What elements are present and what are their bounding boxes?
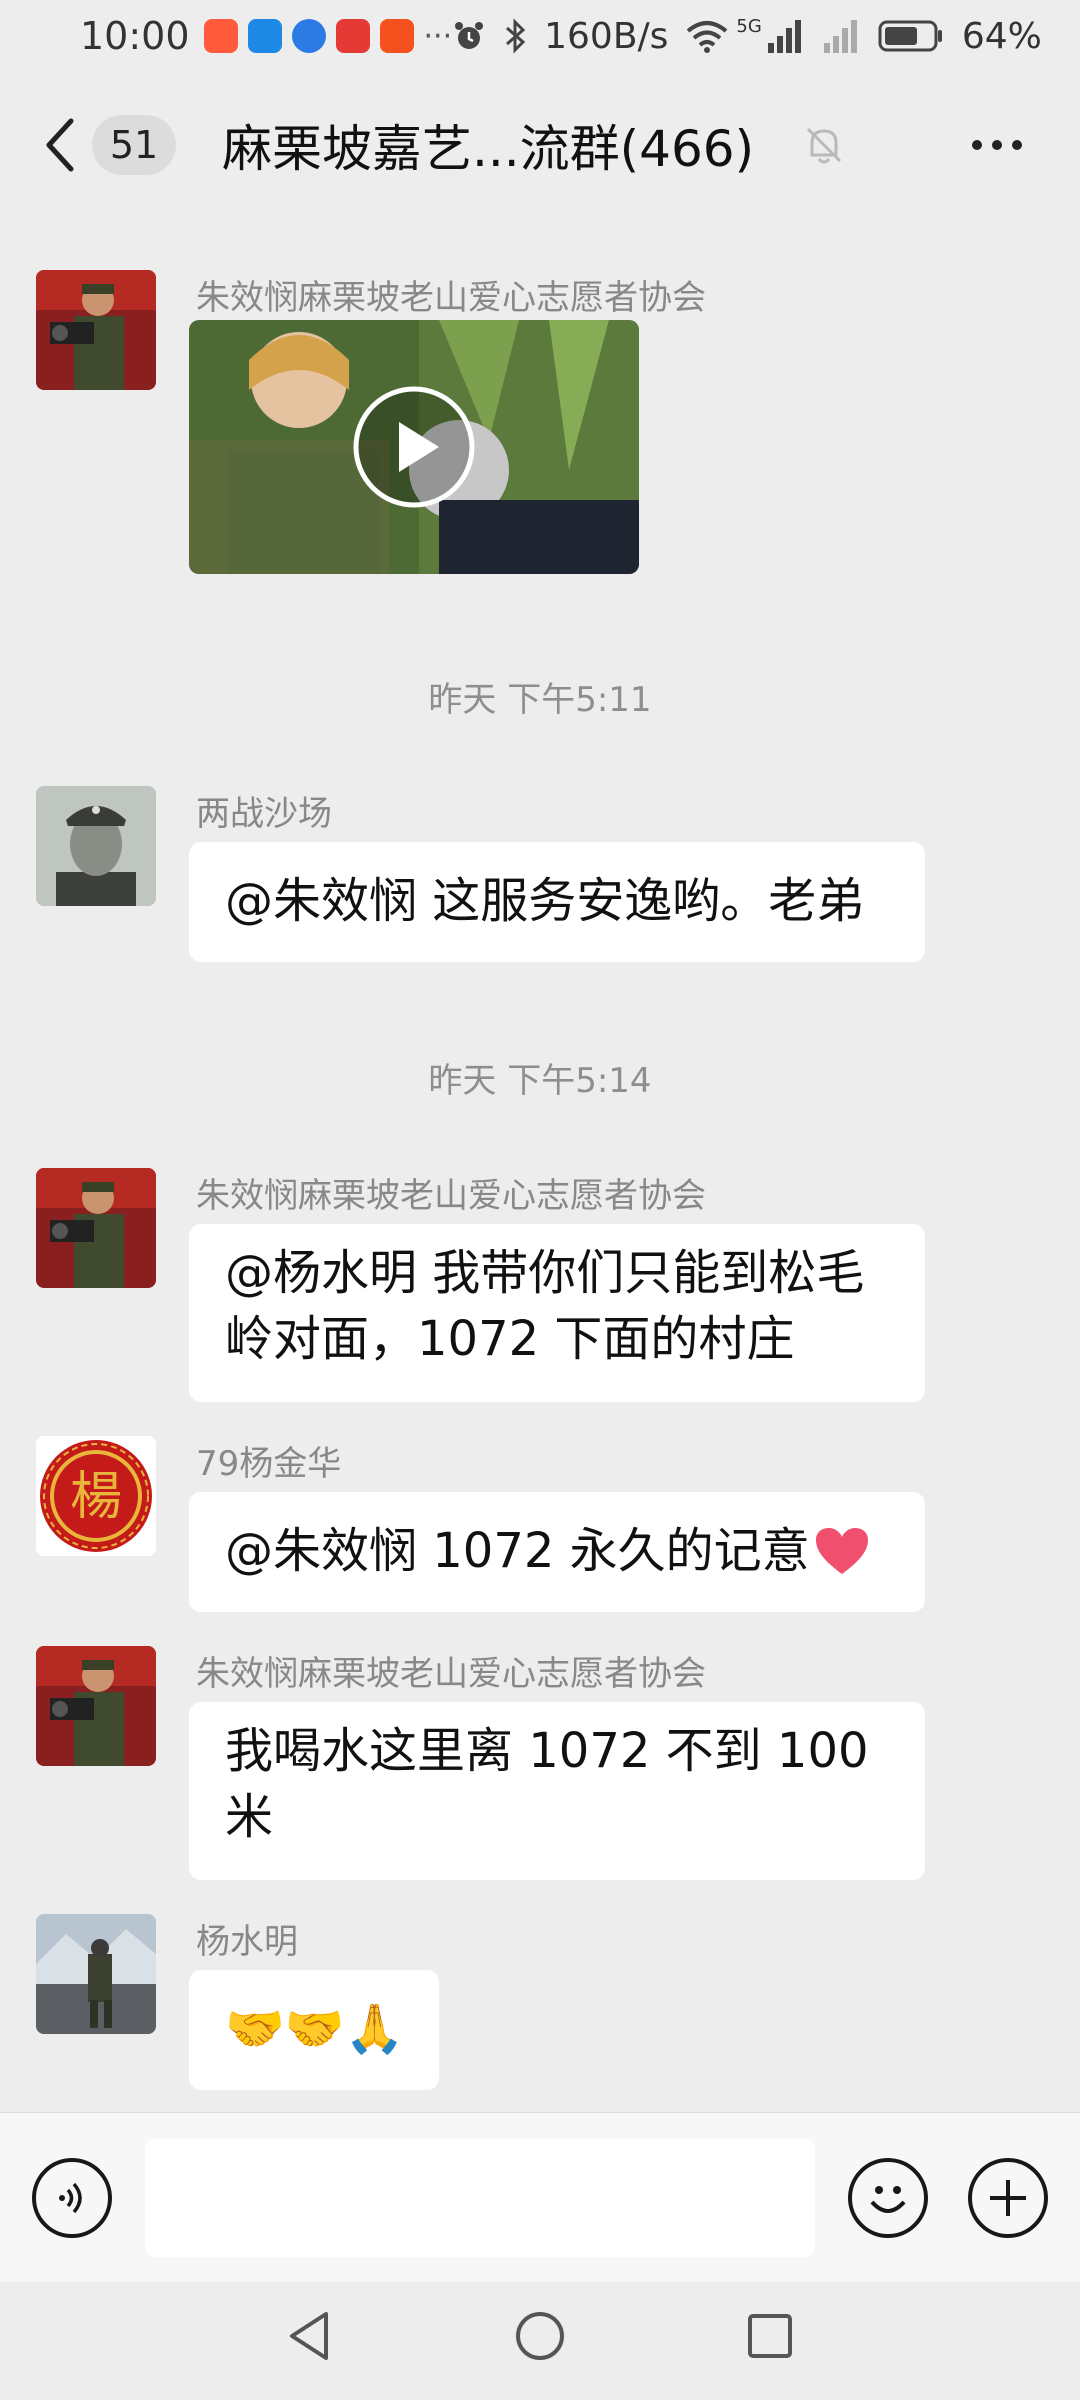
- chat-header: 51 麻栗坡嘉艺...流群(466): [0, 80, 1080, 210]
- signal-secondary-icon: [823, 20, 857, 53]
- message-text: 朱效悯麻栗坡老山爱心志愿者协会 @杨水明 我带你们只能到松毛 岭对面，1072 …: [36, 1168, 1036, 1408]
- bell-muted-icon: [807, 127, 842, 164]
- message-video: 朱效悯麻栗坡老山爱心志愿者协会: [36, 270, 1036, 590]
- sender-name: 79杨金华: [196, 1444, 342, 1484]
- video-app-icon: [379, 19, 414, 53]
- message-bubble[interactable]: @杨水明 我带你们只能到松毛 岭对面，1072 下面的村庄: [189, 1224, 925, 1402]
- more-button[interactable]: [972, 140, 1022, 150]
- message-text-line: 米: [225, 1789, 274, 1845]
- avatar[interactable]: [36, 786, 156, 906]
- message-text-line: @朱效悯 这服务安逸哟。老弟: [225, 873, 865, 929]
- message-text-line: 🤝🤝🙏: [225, 2001, 405, 2057]
- back-button[interactable]: [30, 105, 90, 185]
- message-bubble[interactable]: 🤝🤝🙏: [189, 1970, 439, 2090]
- message-input[interactable]: [145, 2139, 815, 2257]
- status-bar: 10:00 ··· 160B/s 5G 64%: [0, 0, 1080, 72]
- network-type: 5G: [736, 15, 762, 37]
- timestamp: 昨天 下午5:11: [428, 680, 652, 720]
- avatar[interactable]: [36, 1646, 156, 1766]
- bluetooth-icon: [506, 18, 526, 54]
- unread-count-badge[interactable]: 51: [92, 115, 176, 175]
- more-dot: [1012, 140, 1022, 150]
- message-text: 杨水明 🤝🤝🙏: [36, 1914, 1036, 2094]
- soldier-with-camera-avatar: [36, 1646, 156, 1766]
- network-speed: 160B/s: [544, 15, 669, 57]
- avatar[interactable]: [36, 1168, 156, 1288]
- message-text-line: 我喝水这里离 1072 不到 100: [225, 1723, 869, 1779]
- message-text: 朱效悯麻栗坡老山爱心志愿者协会 我喝水这里离 1072 不到 100 米: [36, 1646, 1036, 1886]
- voice-icon: [59, 2182, 82, 2214]
- avatar[interactable]: [36, 1914, 156, 2034]
- more-dot: [992, 140, 1002, 150]
- sender-name: 两战沙场: [196, 794, 332, 834]
- avatar[interactable]: 楊: [36, 1436, 156, 1556]
- alarm-icon: [455, 22, 484, 49]
- nav-recents-icon[interactable]: [740, 2306, 800, 2366]
- battery-icon: [878, 20, 942, 52]
- more-dots-icon: [972, 140, 982, 150]
- battery-percent: 64%: [961, 15, 1042, 57]
- plus-button[interactable]: [968, 2158, 1048, 2238]
- message-text-line: @杨水明 我带你们只能到松毛: [225, 1245, 865, 1301]
- sender-name: 朱效悯麻栗坡老山爱心志愿者协会: [196, 1176, 706, 1216]
- input-bar: [0, 2112, 1080, 2282]
- soldier-with-camera-avatar: [36, 270, 156, 390]
- avatar[interactable]: [36, 270, 156, 390]
- chat-title[interactable]: 麻栗坡嘉艺...流群(466): [222, 109, 754, 181]
- message-bubble[interactable]: 我喝水这里离 1072 不到 100 米: [189, 1702, 925, 1880]
- video-message[interactable]: [189, 320, 639, 574]
- soldier-mountain-avatar: [36, 1914, 156, 2034]
- timestamp: 昨天 下午5:14: [428, 1061, 652, 1101]
- sender-name: 朱效悯麻栗坡老山爱心志愿者协会: [196, 278, 706, 318]
- browser-icon: [291, 19, 326, 53]
- system-nav-bar: [0, 2282, 1080, 2400]
- message-bubble[interactable]: @朱效悯 1072 永久的记意: [189, 1492, 925, 1612]
- bw-soldier-portrait-avatar: [36, 786, 156, 906]
- chevron-left-icon: [46, 118, 74, 172]
- heart-emoji-icon: [815, 1528, 868, 1574]
- smiley-icon: [870, 2186, 906, 2213]
- sender-name: 朱效悯麻栗坡老山爱心志愿者协会: [196, 1654, 706, 1694]
- wifi-icon: [687, 21, 728, 53]
- message-text-line: @朱效悯 1072 永久的记意: [225, 1523, 810, 1579]
- taobao-icon: [203, 19, 238, 53]
- video-thumbnail: [189, 320, 639, 574]
- nav-home-icon[interactable]: [510, 2306, 570, 2366]
- message-text: 楊 79杨金华 @朱效悯 1072 永久的记意: [36, 1436, 1036, 1616]
- status-time: 10:00: [80, 14, 190, 58]
- emoji-button[interactable]: [848, 2158, 928, 2238]
- message-text-line: 岭对面，1072 下面的村庄: [225, 1311, 795, 1367]
- notification-app-icons: [203, 19, 414, 53]
- message-text-row: @朱效悯 1072 永久的记意: [225, 1518, 889, 1584]
- soldier-with-camera-avatar: [36, 1168, 156, 1288]
- plus-icon: [990, 2180, 1026, 2216]
- signal-icon: [767, 20, 801, 53]
- message-text: 两战沙场 @朱效悯 这服务安逸哟。老弟: [36, 786, 1036, 966]
- nav-back-icon[interactable]: [280, 2306, 340, 2366]
- weather-icon: [247, 19, 282, 53]
- message-bubble[interactable]: @朱效悯 这服务安逸哟。老弟: [189, 842, 925, 962]
- more-notifications-indicator: ···: [423, 18, 453, 54]
- voice-button[interactable]: [32, 2158, 112, 2238]
- reader-icon: [335, 19, 370, 53]
- avatar-glyph: 楊: [70, 1467, 122, 1527]
- yang-seal-avatar: 楊: [36, 1436, 156, 1556]
- sender-name: 杨水明: [196, 1922, 298, 1962]
